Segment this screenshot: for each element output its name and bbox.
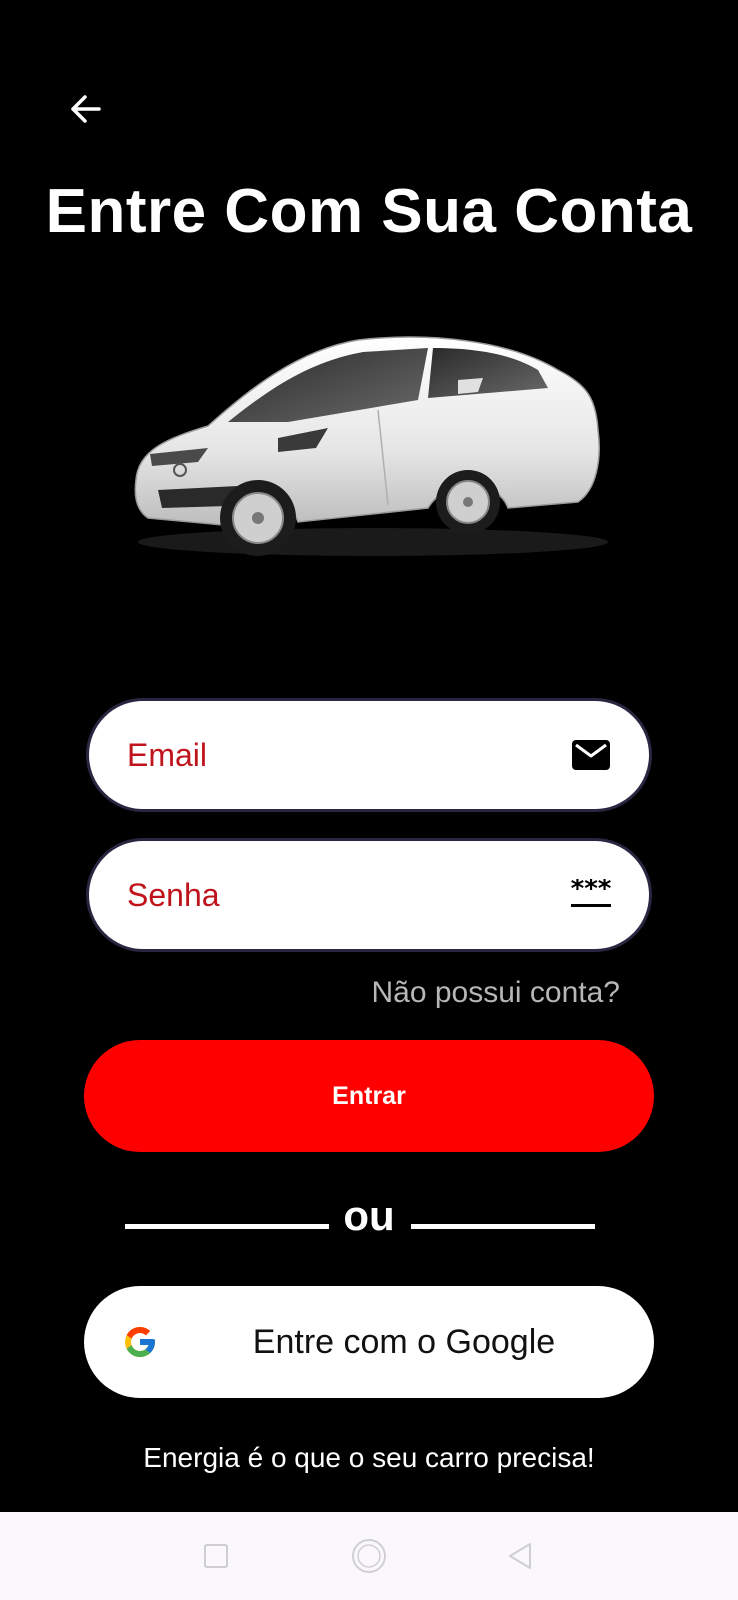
email-input[interactable] bbox=[125, 735, 569, 775]
page-title: Entre Com Sua Conta bbox=[45, 177, 693, 246]
password-field[interactable]: *** bbox=[86, 838, 652, 952]
arrow-left-icon bbox=[71, 95, 101, 123]
enter-button[interactable]: Entrar bbox=[84, 1040, 654, 1152]
password-icon-text: *** bbox=[571, 879, 612, 904]
divider-line-right bbox=[411, 1224, 595, 1229]
system-nav-bar bbox=[0, 1512, 738, 1600]
password-input[interactable] bbox=[125, 875, 569, 915]
google-g-icon bbox=[125, 1327, 155, 1357]
divider-line-left bbox=[125, 1224, 329, 1229]
tagline: Energia é o que o seu carro precisa! bbox=[143, 1442, 595, 1473]
signup-link[interactable]: Não possui conta? bbox=[372, 976, 621, 1010]
triangle-back-icon bbox=[509, 1543, 531, 1569]
back-button[interactable] bbox=[60, 84, 110, 134]
nav-recent-button[interactable] bbox=[194, 1534, 238, 1578]
envelope-icon bbox=[569, 737, 613, 773]
password-dots-icon: *** bbox=[569, 877, 613, 913]
login-screen: Entre Com Sua Conta Email *** Não possui… bbox=[0, 0, 738, 1600]
circle-icon bbox=[352, 1539, 386, 1573]
google-signin-label: Entre com o Google bbox=[252, 1322, 556, 1361]
square-icon bbox=[204, 1544, 228, 1568]
email-field[interactable] bbox=[86, 698, 652, 812]
google-signin-button[interactable]: Entre com o Google bbox=[84, 1286, 654, 1398]
divider-text: ou bbox=[343, 1192, 395, 1239]
nav-home-button[interactable] bbox=[347, 1534, 391, 1578]
nav-back-button[interactable] bbox=[498, 1534, 542, 1578]
car-image bbox=[134, 336, 608, 556]
